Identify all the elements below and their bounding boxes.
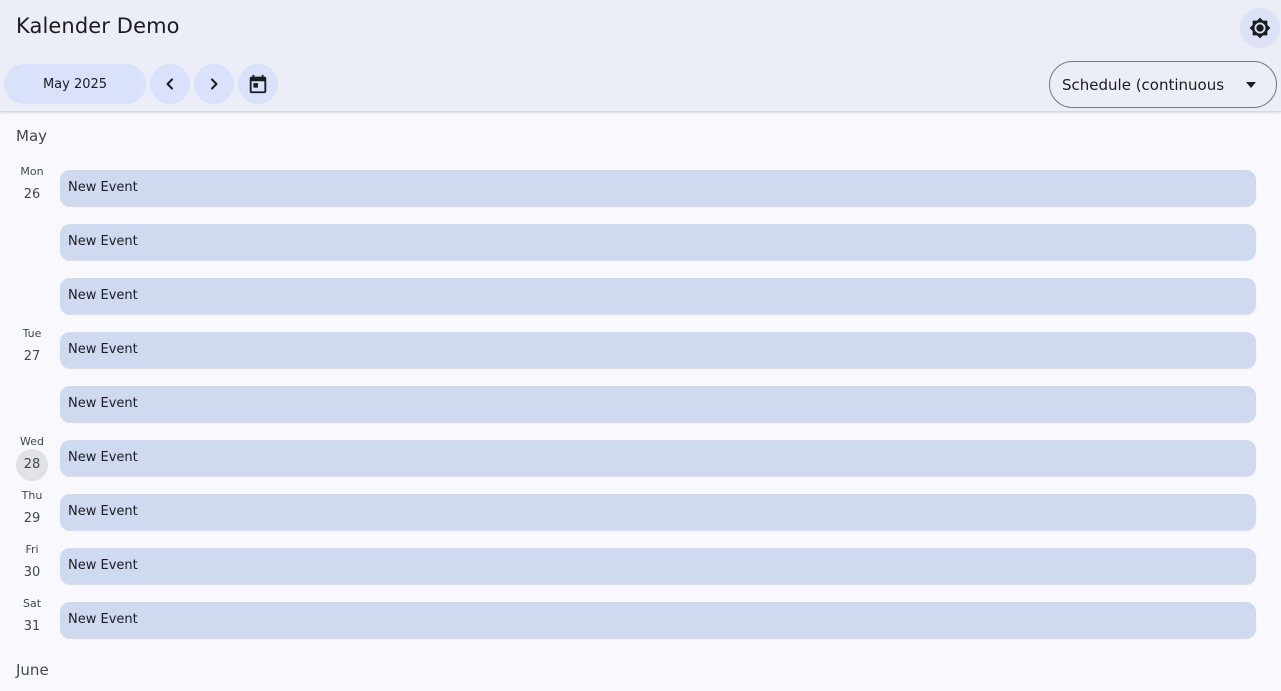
view-mode-value: Schedule (continuous [1062, 75, 1225, 94]
event-item[interactable]: New Event [60, 386, 1256, 422]
dropdown-arrow-icon [1246, 82, 1256, 88]
theme-toggle-button[interactable] [1240, 8, 1280, 48]
day-number[interactable]: 31 [16, 611, 48, 643]
day-number[interactable]: 26 [16, 179, 48, 211]
day-of-week: Wed [20, 435, 44, 448]
brightness-icon [1249, 17, 1271, 39]
event-item[interactable]: New Event [60, 332, 1256, 368]
next-button[interactable] [194, 64, 234, 104]
event-item[interactable]: New Event [60, 278, 1256, 314]
day-of-week: Fri [25, 543, 39, 556]
app-title: Kalender Demo [16, 14, 180, 38]
month-header-may: May [16, 127, 48, 145]
previous-button[interactable] [150, 64, 190, 104]
day-number[interactable]: 27 [16, 341, 48, 373]
event-item[interactable]: New Event [60, 170, 1256, 206]
schedule-list: May Mon 26 New Event New Event New Event… [0, 113, 1281, 691]
day-number[interactable]: 30 [16, 557, 48, 589]
today-button[interactable] [238, 64, 278, 104]
event-item[interactable]: New Event [60, 602, 1256, 638]
day-of-week: Thu [21, 489, 43, 502]
view-mode-select[interactable]: Schedule (continuous [1049, 61, 1277, 108]
event-item[interactable]: New Event [60, 224, 1256, 260]
month-header-june: June [16, 661, 49, 679]
calendar-app: Kalender Demo May 2025 Schedule (continu… [0, 0, 1281, 691]
event-item[interactable]: New Event [60, 548, 1256, 584]
app-bar: Kalender Demo May 2025 Schedule (continu… [0, 0, 1281, 112]
day-of-week: Mon [20, 165, 44, 178]
event-item[interactable]: New Event [60, 494, 1256, 530]
day-of-week: Tue [22, 327, 42, 340]
chevron-left-icon [166, 78, 174, 90]
calendar-today-icon [249, 74, 267, 94]
day-of-week: Sat [22, 597, 42, 610]
month-picker-button[interactable]: May 2025 [4, 64, 146, 104]
chevron-right-icon [210, 78, 218, 90]
day-number-today[interactable]: 28 [16, 449, 48, 481]
day-number[interactable]: 29 [16, 503, 48, 535]
event-item[interactable]: New Event [60, 440, 1256, 476]
